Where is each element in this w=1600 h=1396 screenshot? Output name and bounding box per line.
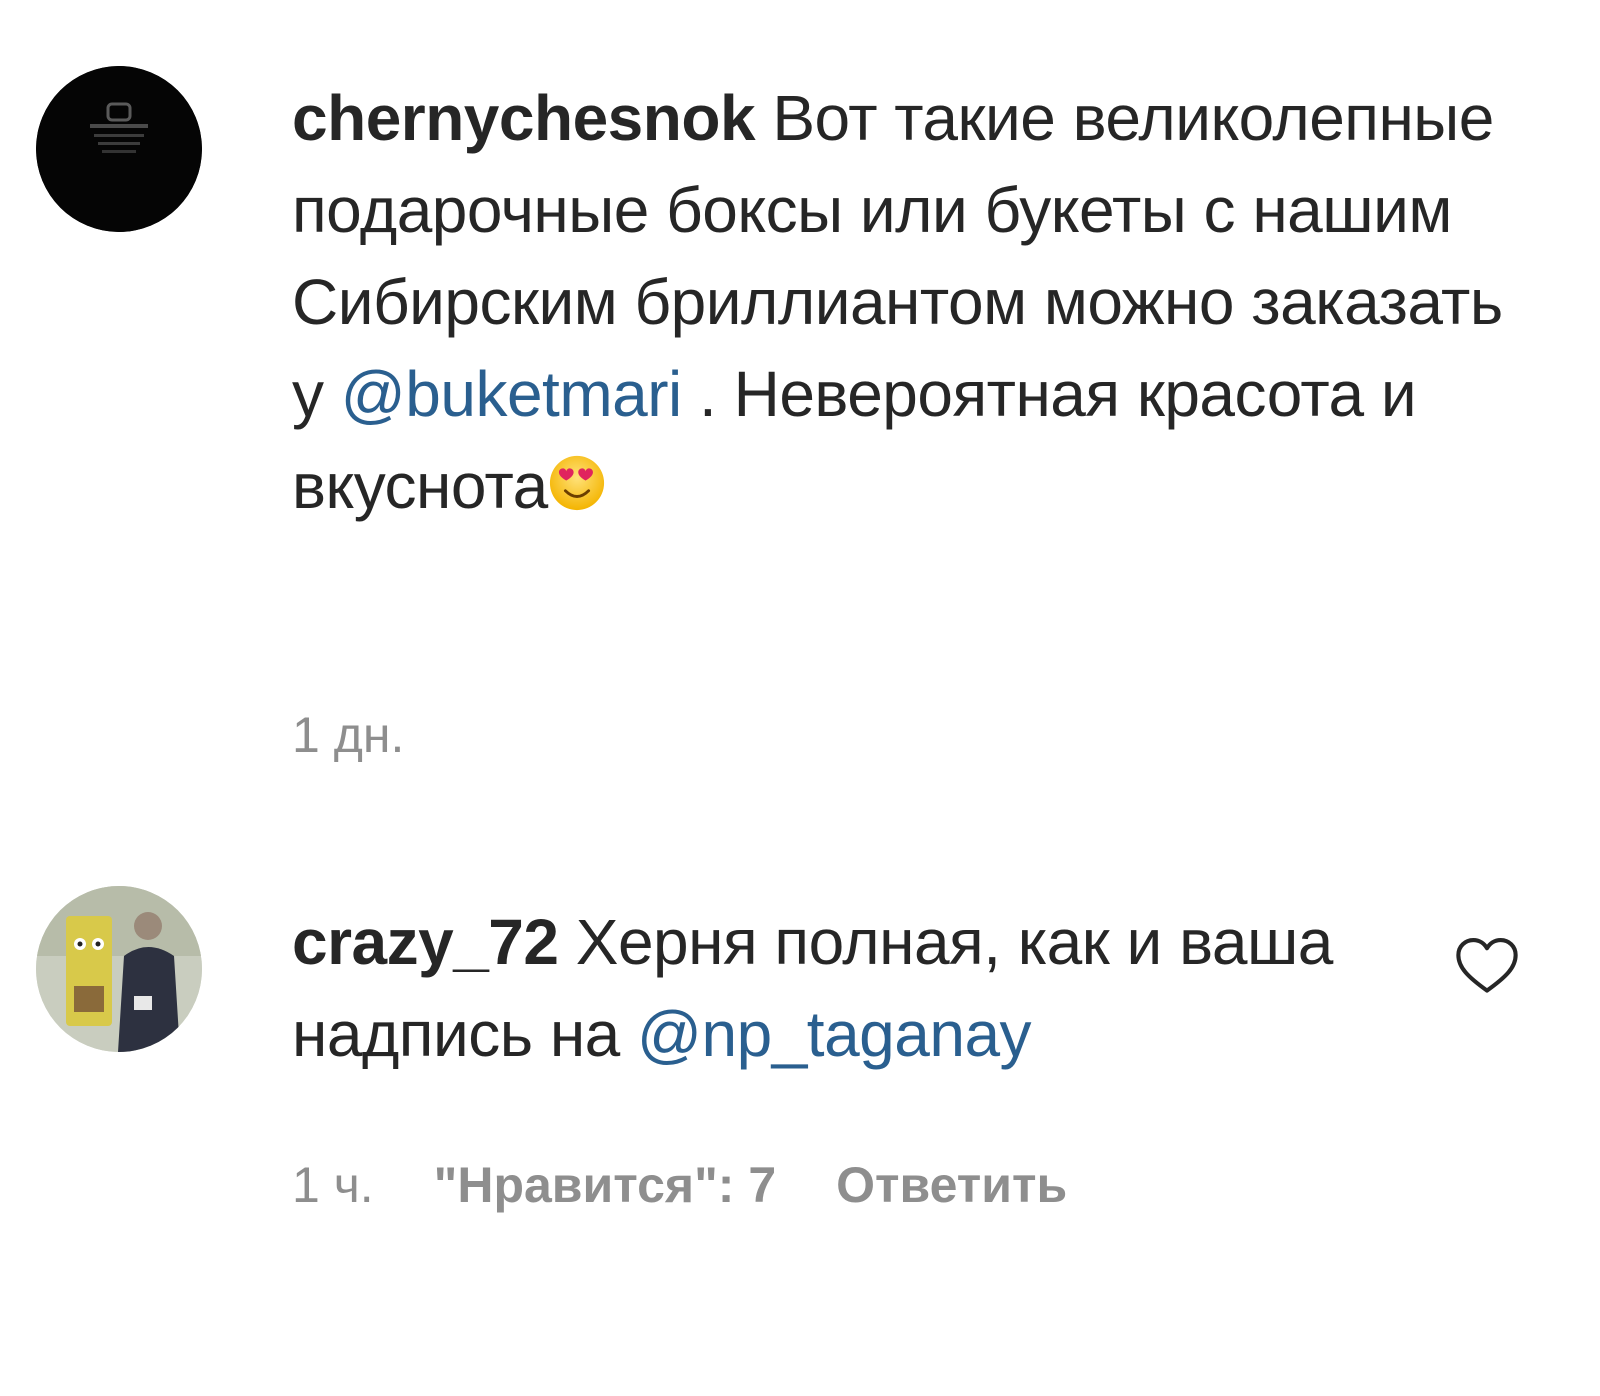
avatar[interactable]	[36, 66, 202, 232]
comment-body: crazy_72 Херня полная, как и ваша надпис…	[292, 896, 1392, 1080]
comment-chernychesnok: chernychesnok Вот такие великолепные под…	[0, 0, 1600, 800]
comment-meta: 1 ч. "Нравится": 7 Ответить	[292, 1156, 1127, 1214]
likes-count[interactable]: "Нравится": 7	[434, 1157, 777, 1213]
comment-crazy-72: crazy_72 Херня полная, как и ваша надпис…	[0, 880, 1600, 1300]
avatar[interactable]	[36, 886, 202, 1052]
mention-link[interactable]: @buketmari	[341, 358, 682, 430]
comment-body: chernychesnok Вот такие великолепные под…	[292, 72, 1522, 532]
reply-button[interactable]: Ответить	[836, 1157, 1067, 1213]
mention-link[interactable]: @np_taganay	[637, 998, 1032, 1070]
avatar-photo-icon	[36, 886, 202, 1052]
comment-time[interactable]: 1 дн.	[292, 707, 404, 763]
comment-time[interactable]: 1 ч.	[292, 1157, 374, 1213]
comment-meta: 1 дн.	[292, 706, 464, 764]
comment-username[interactable]: crazy_72	[292, 906, 559, 978]
like-heart-icon[interactable]	[1454, 936, 1520, 996]
avatar-logo-icon	[36, 66, 202, 232]
comment-username[interactable]: chernychesnok	[292, 82, 756, 154]
heart-eyes-emoji-icon	[548, 454, 606, 512]
